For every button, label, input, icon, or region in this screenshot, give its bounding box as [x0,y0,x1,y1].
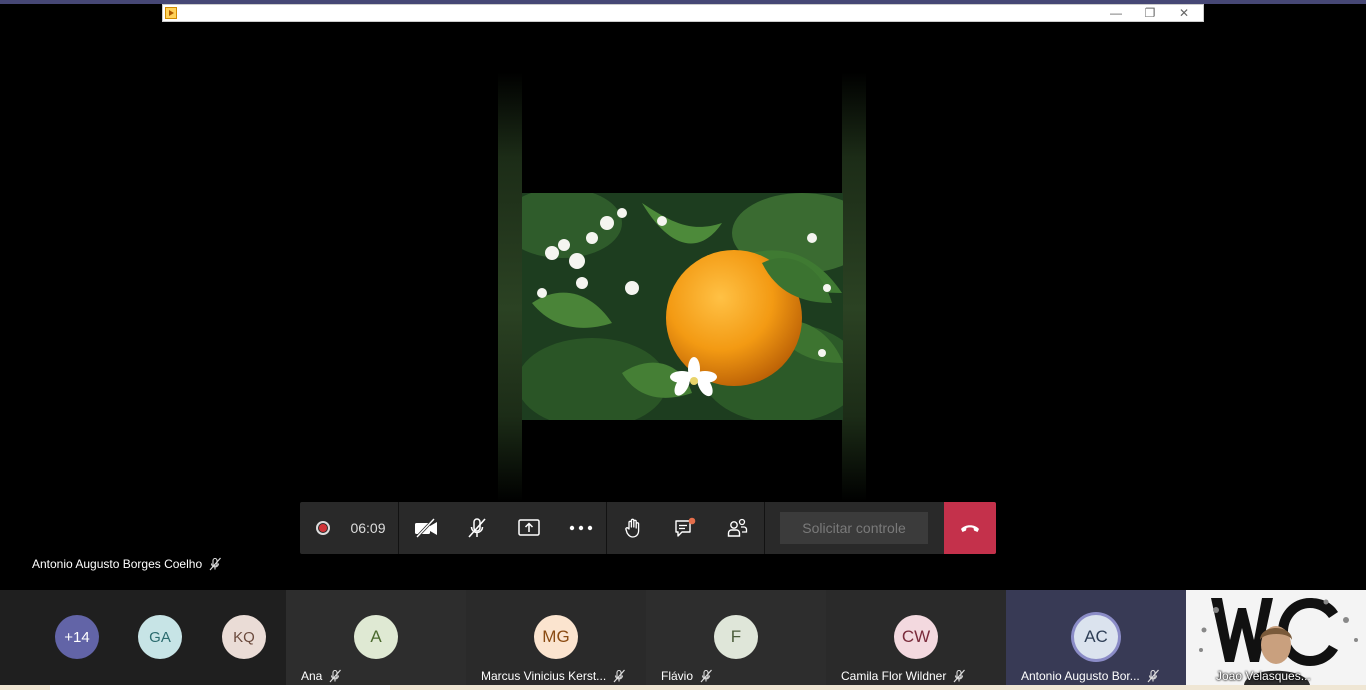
chat-button[interactable] [662,502,708,554]
minimize-button[interactable]: — [1099,5,1133,22]
call-timer: 06:09 [340,502,396,554]
recording-indicator [312,502,334,554]
participant-name-text: Camila Flor Wildner [841,669,947,683]
mic-off-icon [613,669,626,683]
chat-icon [675,517,696,537]
hang-up-icon [961,525,979,532]
participants-button[interactable] [714,502,760,554]
participants-icon [727,518,748,537]
participant-name: Joao Velasques... [1216,669,1311,683]
participant-tile-antonio[interactable]: AC Antonio Augusto Bor... [1006,590,1186,685]
mic-toggle-button[interactable] [454,502,500,554]
window-title-bar: — ❐ ✕ [162,4,1204,22]
participant-avatar-ga[interactable]: GA [138,615,182,659]
participant-gallery: +14 GA KQ A Ana MG Marcus Vinicius Kerst… [0,590,1366,685]
camera-off-icon [415,517,437,539]
raise-hand-button[interactable] [610,502,656,554]
divider [764,502,765,554]
avatar: MG [534,615,578,659]
taskbar-tab [50,685,390,690]
participant-name: Flávio [661,669,713,683]
video-left-edge [498,72,522,502]
overflow-participants-button[interactable]: +14 [55,615,99,659]
app-icon [165,7,177,19]
self-video-tile[interactable]: Joao Velasques... [1186,590,1366,685]
divider [398,502,399,554]
mic-off-icon [700,669,712,683]
participant-tile-ana[interactable]: A Ana [286,590,466,685]
mic-muted-icon [468,518,486,538]
more-dots-icon [569,525,593,531]
avatar: A [354,615,398,659]
close-button[interactable]: ✕ [1167,5,1201,22]
video-right-edge [842,72,866,502]
maximize-button[interactable]: ❐ [1133,5,1167,22]
self-name-text: Joao Velasques... [1216,669,1311,683]
participant-name: Antonio Augusto Bor... [1021,669,1160,683]
participant-tile-marcus[interactable]: MG Marcus Vinicius Kerst... [466,590,646,685]
divider [606,502,607,554]
main-speaker-name: Antonio Augusto Borges Coelho [32,557,203,571]
meeting-control-bar: 06:09 Solicitar controle [300,502,996,554]
avatar: F [714,615,758,659]
share-screen-icon [518,519,540,536]
share-screen-button[interactable] [506,502,552,554]
raise-hand-icon [625,518,640,538]
record-icon [316,521,330,535]
call-timer-text: 06:09 [350,520,386,536]
mic-off-icon [1147,669,1159,683]
participant-name: Marcus Vinicius Kerst... [481,669,626,683]
avatar: CW [894,615,938,659]
participant-name: Camila Flor Wildner [841,669,966,683]
orange-blossom-image [522,193,843,420]
camera-toggle-button[interactable] [403,502,449,554]
participant-name-text: Marcus Vinicius Kerst... [481,669,607,683]
participant-name-text: Antonio Augusto Bor... [1021,669,1140,683]
request-control-button[interactable]: Solicitar controle [780,512,928,544]
mic-off-icon [209,557,222,571]
participant-avatar-kq[interactable]: KQ [222,615,266,659]
hang-up-button[interactable] [944,502,996,554]
participant-tile-flavio[interactable]: F Flávio [646,590,826,685]
shared-video [498,72,866,502]
more-actions-button[interactable] [558,502,604,554]
main-speaker-label: Antonio Augusto Borges Coelho [32,557,222,571]
participant-tile-camila[interactable]: CW Camila Flor Wildner [826,590,1006,685]
mic-off-icon [329,669,342,683]
participant-name: Ana [301,669,342,683]
participant-name-text: Flávio [661,669,694,683]
avatar: AC [1074,615,1118,659]
participant-name-text: Ana [301,669,323,683]
taskbar-edge [0,685,1366,690]
mic-off-icon [953,669,966,683]
